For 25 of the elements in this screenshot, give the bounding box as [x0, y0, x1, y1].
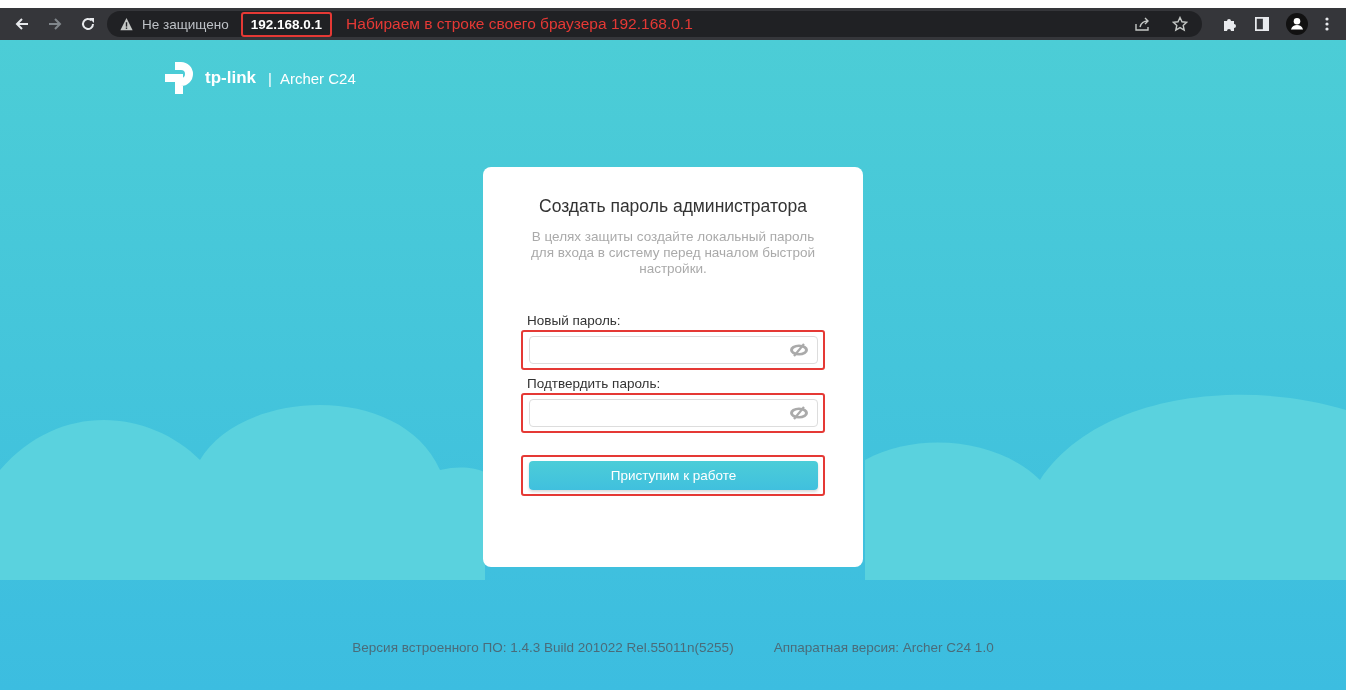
- warning-icon: [119, 17, 134, 31]
- brand-name: tp-link: [205, 68, 256, 88]
- profile-icon[interactable]: [1286, 13, 1308, 35]
- hardware-version: Аппаратная версия: Archer C24 1.0: [773, 640, 994, 655]
- security-label: Не защищено: [142, 16, 229, 32]
- annotation-text: Набираем в строке своего браузера 192.168.0.1: [346, 15, 693, 33]
- firmware-version: Версия встроенного ПО: 1.4.3 Build 201022 Rel.55011n(5255): [352, 640, 734, 655]
- reload-icon[interactable]: [80, 16, 96, 32]
- separator-text: |: [268, 69, 272, 87]
- password-field[interactable]: [529, 336, 818, 364]
- url-text: 192.168.0.1: [240, 11, 333, 37]
- back-icon[interactable]: [14, 16, 30, 32]
- address-bar[interactable]: Не защищено 192.168.0.1 Набираем в строке своего браузера 192.168.0.1: [107, 11, 1202, 37]
- model-name: Archer C24: [279, 69, 356, 87]
- star-icon[interactable]: [1172, 16, 1188, 32]
- card-title: Создать пароль администратора: [539, 196, 807, 217]
- field-label: Подтвердить пароль:: [527, 376, 662, 391]
- card-description: В целях защиты создайте локальный пароль для входа в систему перед началом быстрой настройки.: [529, 229, 817, 277]
- password-field[interactable]: [529, 399, 818, 427]
- side-panel-icon[interactable]: [1255, 17, 1269, 31]
- forward-icon[interactable]: [47, 16, 63, 32]
- field-label: Новый пароль:: [527, 313, 622, 328]
- menu-icon[interactable]: [1325, 16, 1329, 32]
- puzzle-icon[interactable]: [1222, 16, 1238, 32]
- share-icon[interactable]: [1134, 16, 1150, 32]
